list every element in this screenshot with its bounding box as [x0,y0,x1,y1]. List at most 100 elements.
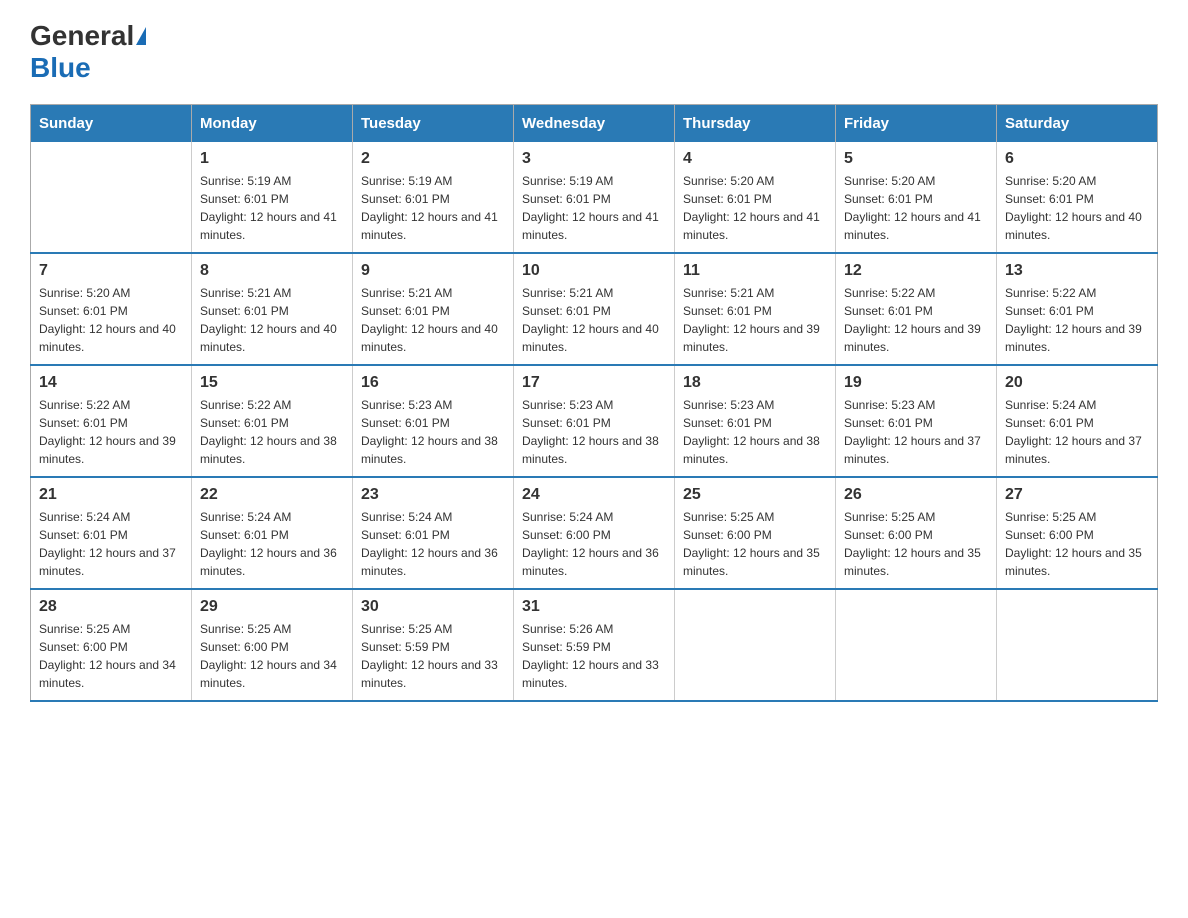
day-number: 12 [844,262,988,280]
calendar-cell: 28 Sunrise: 5:25 AMSunset: 6:00 PMDayligh… [31,589,192,701]
day-header-wednesday: Wednesday [514,105,675,143]
calendar-cell: 15Sunrise: 5:22 AMSunset: 6:01 PMDayligh… [192,365,353,477]
day-info: Sunrise: 5:24 AMSunset: 6:00 PMDaylight:… [522,508,666,580]
day-info: Sunrise: 5:25 AMSunset: 6:00 PMDaylight:… [1005,508,1149,580]
day-info: Sunrise: 5:23 AMSunset: 6:01 PMDaylight:… [844,396,988,468]
calendar-table: SundayMondayTuesdayWednesdayThursdayFrid… [30,104,1158,702]
calendar-cell: 14 Sunrise: 5:22 AMSunset: 6:01 PMDayligh… [31,365,192,477]
day-info: Sunrise: 5:20 AMSunset: 6:01 PMDaylight:… [39,284,183,356]
day-header-sunday: Sunday [31,105,192,143]
day-info: Sunrise: 5:22 AMSunset: 6:01 PMDaylight:… [1005,284,1149,356]
day-header-tuesday: Tuesday [353,105,514,143]
day-number: 19 [844,374,988,392]
calendar-cell: 26Sunrise: 5:25 AMSunset: 6:00 PMDayligh… [836,477,997,589]
page-header: General Blue [30,20,1158,84]
calendar-cell: 11 Sunrise: 5:21 AMSunset: 6:01 PMDayligh… [675,253,836,365]
day-number: 1 [200,150,344,168]
day-number: 4 [683,150,827,168]
calendar-cell [675,589,836,701]
day-number: 27 [1005,486,1149,504]
calendar-cell: 8Sunrise: 5:21 AMSunset: 6:01 PMDaylight… [192,253,353,365]
day-number: 13 [1005,262,1149,280]
calendar-cell [836,589,997,701]
calendar-week-row: 14 Sunrise: 5:22 AMSunset: 6:01 PMDayligh… [31,365,1158,477]
day-info: Sunrise: 5:25 AMSunset: 6:00 PMDaylight:… [39,620,183,692]
calendar-cell [31,142,192,253]
day-number: 20 [1005,374,1149,392]
day-header-friday: Friday [836,105,997,143]
calendar-cell: 17 Sunrise: 5:23 AMSunset: 6:01 PMDayligh… [514,365,675,477]
day-info: Sunrise: 5:23 AMSunset: 6:01 PMDaylight:… [683,396,827,468]
calendar-cell: 27 Sunrise: 5:25 AMSunset: 6:00 PMDayligh… [997,477,1158,589]
day-number: 6 [1005,150,1149,168]
calendar-cell: 31Sunrise: 5:26 AMSunset: 5:59 PMDayligh… [514,589,675,701]
logo-blue-text: Blue [30,52,91,83]
day-info: Sunrise: 5:20 AMSunset: 6:01 PMDaylight:… [683,172,827,244]
day-info: Sunrise: 5:24 AMSunset: 6:01 PMDaylight:… [1005,396,1149,468]
calendar-cell: 10 Sunrise: 5:21 AMSunset: 6:01 PMDayligh… [514,253,675,365]
calendar-cell: 5 Sunrise: 5:20 AMSunset: 6:01 PMDaylight… [836,142,997,253]
day-number: 5 [844,150,988,168]
calendar-cell: 7 Sunrise: 5:20 AMSunset: 6:01 PMDaylight… [31,253,192,365]
day-number: 14 [39,374,183,392]
calendar-cell: 3 Sunrise: 5:19 AMSunset: 6:01 PMDaylight… [514,142,675,253]
day-number: 17 [522,374,666,392]
day-number: 29 [200,598,344,616]
day-info: Sunrise: 5:20 AMSunset: 6:01 PMDaylight:… [844,172,988,244]
calendar-cell: 1Sunrise: 5:19 AMSunset: 6:01 PMDaylight… [192,142,353,253]
day-info: Sunrise: 5:22 AMSunset: 6:01 PMDaylight:… [844,284,988,356]
day-number: 2 [361,150,505,168]
calendar-cell: 6 Sunrise: 5:20 AMSunset: 6:01 PMDaylight… [997,142,1158,253]
day-info: Sunrise: 5:23 AMSunset: 6:01 PMDaylight:… [522,396,666,468]
day-number: 15 [200,374,344,392]
calendar-cell: 19 Sunrise: 5:23 AMSunset: 6:01 PMDayligh… [836,365,997,477]
day-number: 22 [200,486,344,504]
day-number: 24 [522,486,666,504]
day-info: Sunrise: 5:21 AMSunset: 6:01 PMDaylight:… [522,284,666,356]
day-number: 21 [39,486,183,504]
day-number: 16 [361,374,505,392]
logo: General Blue [30,20,146,84]
calendar-week-row: 21 Sunrise: 5:24 AMSunset: 6:01 PMDayligh… [31,477,1158,589]
day-number: 23 [361,486,505,504]
calendar-cell: 16Sunrise: 5:23 AMSunset: 6:01 PMDayligh… [353,365,514,477]
calendar-cell: 21 Sunrise: 5:24 AMSunset: 6:01 PMDayligh… [31,477,192,589]
calendar-cell: 30 Sunrise: 5:25 AMSunset: 5:59 PMDayligh… [353,589,514,701]
calendar-cell: 13 Sunrise: 5:22 AMSunset: 6:01 PMDayligh… [997,253,1158,365]
day-number: 30 [361,598,505,616]
day-info: Sunrise: 5:24 AMSunset: 6:01 PMDaylight:… [361,508,505,580]
day-number: 28 [39,598,183,616]
day-header-monday: Monday [192,105,353,143]
day-number: 7 [39,262,183,280]
calendar-cell: 29 Sunrise: 5:25 AMSunset: 6:00 PMDayligh… [192,589,353,701]
day-header-thursday: Thursday [675,105,836,143]
calendar-cell: 23 Sunrise: 5:24 AMSunset: 6:01 PMDayligh… [353,477,514,589]
day-info: Sunrise: 5:25 AMSunset: 6:00 PMDaylight:… [844,508,988,580]
day-info: Sunrise: 5:25 AMSunset: 6:00 PMDaylight:… [200,620,344,692]
day-info: Sunrise: 5:20 AMSunset: 6:01 PMDaylight:… [1005,172,1149,244]
day-info: Sunrise: 5:25 AMSunset: 5:59 PMDaylight:… [361,620,505,692]
day-info: Sunrise: 5:26 AMSunset: 5:59 PMDaylight:… [522,620,666,692]
calendar-cell: 25 Sunrise: 5:25 AMSunset: 6:00 PMDayligh… [675,477,836,589]
calendar-cell: 9Sunrise: 5:21 AMSunset: 6:01 PMDaylight… [353,253,514,365]
day-info: Sunrise: 5:19 AMSunset: 6:01 PMDaylight:… [522,172,666,244]
calendar-cell: 2Sunrise: 5:19 AMSunset: 6:01 PMDaylight… [353,142,514,253]
day-info: Sunrise: 5:21 AMSunset: 6:01 PMDaylight:… [683,284,827,356]
day-info: Sunrise: 5:25 AMSunset: 6:00 PMDaylight:… [683,508,827,580]
logo-general-text: General [30,20,134,52]
calendar-cell: 24 Sunrise: 5:24 AMSunset: 6:00 PMDayligh… [514,477,675,589]
day-number: 25 [683,486,827,504]
calendar-cell: 20 Sunrise: 5:24 AMSunset: 6:01 PMDayligh… [997,365,1158,477]
day-info: Sunrise: 5:24 AMSunset: 6:01 PMDaylight:… [39,508,183,580]
logo-triangle-icon [136,27,146,45]
calendar-cell: 18 Sunrise: 5:23 AMSunset: 6:01 PMDayligh… [675,365,836,477]
day-info: Sunrise: 5:22 AMSunset: 6:01 PMDaylight:… [39,396,183,468]
day-info: Sunrise: 5:24 AMSunset: 6:01 PMDaylight:… [200,508,344,580]
day-number: 10 [522,262,666,280]
day-number: 3 [522,150,666,168]
day-number: 11 [683,262,827,280]
calendar-cell: 12 Sunrise: 5:22 AMSunset: 6:01 PMDayligh… [836,253,997,365]
calendar-week-row: 7 Sunrise: 5:20 AMSunset: 6:01 PMDaylight… [31,253,1158,365]
calendar-week-row: 1 Sunrise: 5:19 AMSunset: 6:01 PMDaylight… [31,142,1158,253]
day-number: 18 [683,374,827,392]
